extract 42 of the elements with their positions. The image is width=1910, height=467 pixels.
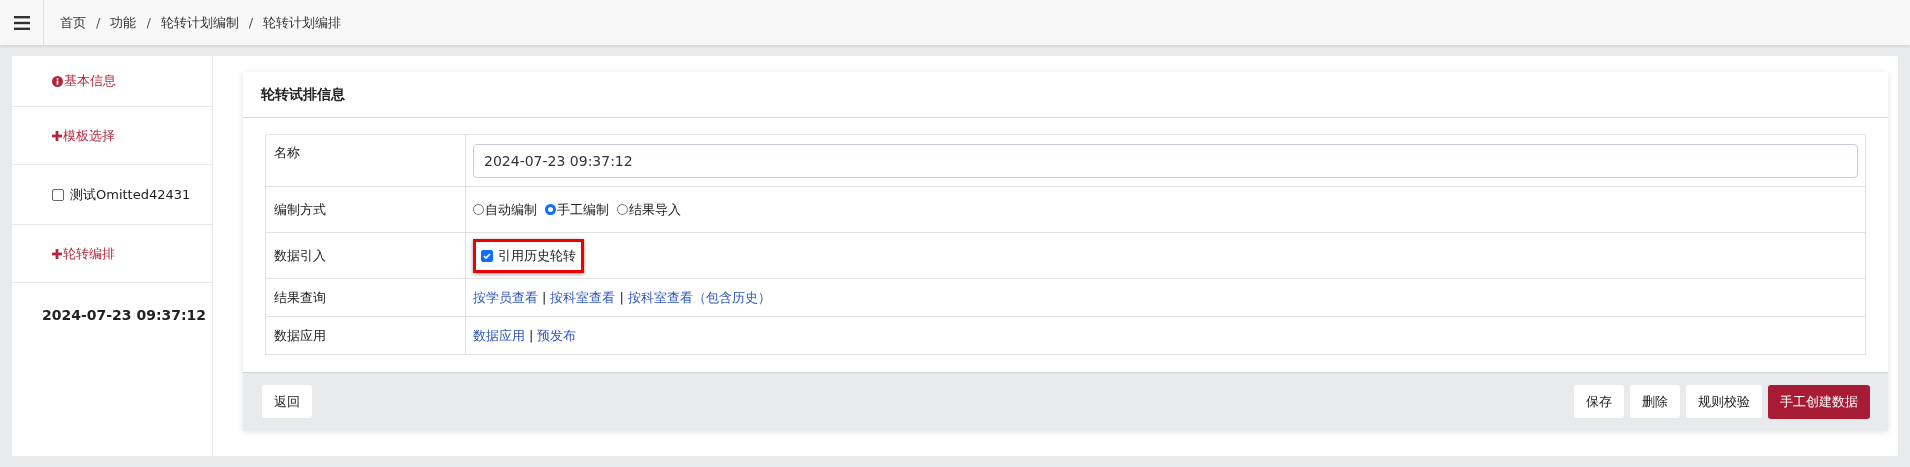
sidebar-link[interactable]: 轮转编排 <box>52 244 115 263</box>
breadcrumb-link[interactable]: 功能 <box>110 13 137 32</box>
field-label: 名称 <box>266 135 466 186</box>
radio-option[interactable]: 结果导入 <box>617 200 681 219</box>
field-label: 编制方式 <box>266 187 466 232</box>
check-icon <box>482 250 492 261</box>
breadcrumb-separator: / <box>248 15 254 30</box>
query-link[interactable]: 按科室查看 <box>550 288 616 307</box>
action-button[interactable]: 删除 <box>1630 385 1680 418</box>
menu-button[interactable] <box>0 0 44 45</box>
link-separator: | <box>529 328 534 343</box>
action-button[interactable]: 保存 <box>1574 385 1624 418</box>
field-label: 数据应用 <box>266 317 466 354</box>
link-separator: | <box>619 290 624 305</box>
plus-icon <box>52 248 62 259</box>
breadcrumb-separator: / <box>146 15 151 30</box>
name-input[interactable]: 2024-07-23 09:37:12 <box>473 143 1858 178</box>
card-title: 轮转试排信息 <box>243 72 1888 118</box>
plus-icon <box>52 130 62 141</box>
query-link[interactable]: 数据应用 <box>473 326 525 345</box>
radio-option[interactable]: 手工编制 <box>545 200 609 219</box>
query-link[interactable]: 预发布 <box>537 326 577 345</box>
back-button[interactable]: 返回 <box>262 385 312 418</box>
plan-date-title: 2024-07-23 09:37:12 <box>42 307 207 323</box>
radio-option[interactable]: 自动编制 <box>473 200 537 219</box>
breadcrumb-link[interactable]: 首页 <box>60 13 86 32</box>
breadcrumb-link[interactable]: 轮转计划编制 <box>160 13 239 32</box>
breadcrumb-link[interactable]: 轮转计划编排 <box>263 13 342 32</box>
primary-button[interactable]: 手工创建数据 <box>1768 385 1870 419</box>
link-separator: | <box>542 290 547 305</box>
breadcrumb-separator: / <box>96 15 101 30</box>
field-label: 数据引入 <box>266 233 466 278</box>
query-link[interactable]: 按学员查看 <box>473 288 538 307</box>
sidebar-link[interactable]: 基本信息 <box>52 72 116 90</box>
menu-icon <box>13 15 30 30</box>
action-button[interactable]: 规则校验 <box>1686 385 1762 418</box>
info-icon <box>52 75 63 87</box>
sidebar-link[interactable]: 模板选择 <box>52 126 115 145</box>
history-checkbox[interactable]: 引用历史轮转 <box>473 238 584 273</box>
query-link[interactable]: 按科室查看（包含历史） <box>627 288 771 307</box>
sidebar-checkbox[interactable]: 测试Omitted42431 <box>52 185 191 204</box>
field-label: 结果查询 <box>266 279 466 316</box>
